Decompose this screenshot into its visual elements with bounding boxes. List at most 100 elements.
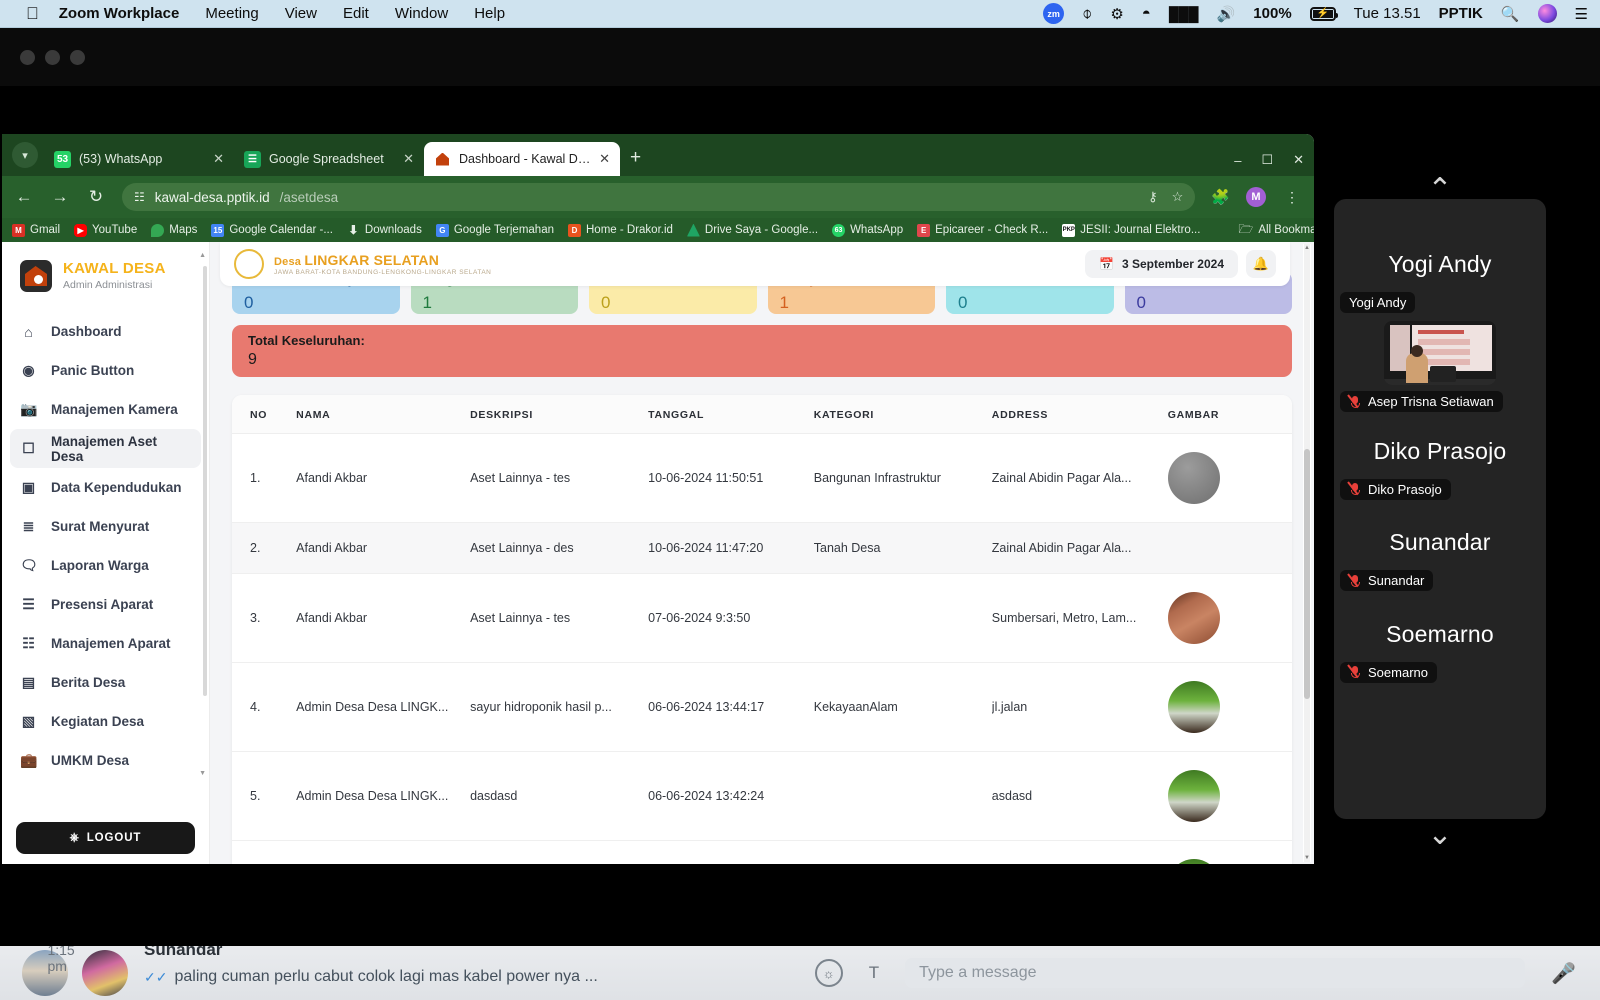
asset-thumbnail[interactable] [1167, 592, 1220, 644]
tab-search-chevron-icon[interactable]: ▾ [12, 142, 38, 168]
profile-avatar[interactable]: M [1246, 187, 1266, 207]
notification-bell-button[interactable]: 🔔 [1246, 250, 1276, 278]
page-scroll-thumb[interactable] [1304, 449, 1310, 699]
asset-thumbnail[interactable] [1167, 681, 1220, 733]
column-header-kategori[interactable]: KATEGORI [813, 395, 992, 434]
column-header-deskripsi[interactable]: DESKRIPSI [470, 395, 649, 434]
column-header-tanggal[interactable]: TANGGAL [648, 395, 814, 434]
scroll-down-arrow-icon[interactable]: ▼ [1304, 855, 1310, 861]
participant-asep-trisna-setiawan[interactable]: Asep Trisna Setiawan [1334, 321, 1546, 414]
participant-soemarno[interactable]: Soemarno Soemarno [1334, 621, 1546, 685]
bookmark-whatsapp[interactable]: 63 WhatsApp [832, 223, 903, 237]
battery-charging-icon[interactable]: ⚡ [1309, 6, 1338, 21]
sidebar-item-berita-desa[interactable]: ▤ Berita Desa [10, 663, 201, 702]
menu-item-edit[interactable]: Edit [343, 5, 369, 22]
table-row[interactable]: 3. Afandi Akbar Aset Lainnya - tes 07-06… [232, 573, 1292, 663]
wifi-icon[interactable]: ◓ [1142, 5, 1151, 22]
sidebar-scrollbar[interactable]: ▲ ▼ [199, 252, 207, 777]
asset-thumbnail[interactable] [1167, 770, 1220, 822]
password-key-icon[interactable]: ⚷ [1148, 189, 1158, 205]
date-picker-button[interactable]: 📅 3 September 2024 [1084, 250, 1238, 278]
window-close-button[interactable] [20, 49, 35, 65]
siri-icon[interactable] [1537, 4, 1557, 23]
sidebar-item-panic-button[interactable]: ◉ Panic Button [10, 351, 201, 390]
page-scrollbar[interactable]: ▲ ▼ [1303, 244, 1311, 862]
asset-thumbnail[interactable] [1167, 859, 1220, 864]
maximize-button[interactable]: ☐ [1261, 152, 1273, 168]
reload-icon[interactable]: ↻ [86, 187, 106, 207]
address-bar[interactable]: ☷ kawal-desa.pptik.id/asetdesa ⚷ ☆ [122, 183, 1196, 211]
back-arrow-icon[interactable]: ← [14, 187, 34, 207]
bookmark-jesii[interactable]: PKP JESII: Journal Elektro... [1062, 223, 1200, 237]
bookmark-downloads[interactable]: ⬇ Downloads [347, 223, 421, 237]
search-icon[interactable]: 🔍 [1501, 5, 1520, 23]
bookmark-drakor[interactable]: D Home - Drakor.id [568, 223, 673, 237]
clock-label[interactable]: Tue 13.51 [1354, 5, 1421, 22]
sidebar-item-manajemen-aset-desa[interactable]: ☐ Manajemen Aset Desa [10, 429, 201, 468]
sidebar-item-dashboard[interactable]: ⌂ Dashboard [10, 312, 201, 351]
bookmark-maps[interactable]: Maps [151, 223, 197, 237]
window-minimize-button[interactable] [45, 49, 60, 65]
close-icon[interactable]: ✕ [213, 151, 224, 167]
participant-video-thumbnail[interactable] [1384, 321, 1496, 385]
scroll-up-arrow-icon[interactable]: ▲ [199, 252, 206, 259]
zoom-status-icon[interactable]: zm [1043, 3, 1065, 24]
table-row[interactable]: 4. Admin Desa Desa LINGK... sayur hidrop… [232, 662, 1292, 752]
bookmark-star-icon[interactable]: ☆ [1172, 189, 1184, 205]
menu-item-help[interactable]: Help [474, 5, 505, 22]
table-row[interactable]: 6. Admin Desa Desa LINGK... Sayur hidrop… [232, 840, 1292, 864]
menu-app-name[interactable]: Zoom Workplace [59, 5, 180, 22]
browser-tab-dashboard-kawal-desa[interactable]: Dashboard - Kawal Desa ✕ [424, 142, 620, 176]
participant-sunandar[interactable]: Sunandar Sunandar [1334, 529, 1546, 593]
sidebar-item-umkm-desa[interactable]: 💼 UMKM Desa [10, 741, 201, 780]
column-header-no[interactable]: NO [232, 395, 297, 434]
sidebar-item-data-kependudukan[interactable]: ▣ Data Kependudukan [10, 468, 201, 507]
volume-icon[interactable]: 🔊 [1217, 5, 1236, 23]
sidebar-item-kegiatan-desa[interactable]: ▧ Kegiatan Desa [10, 702, 201, 741]
chat-message-input[interactable]: Type a message [905, 958, 1526, 988]
forward-arrow-icon[interactable]: → [50, 187, 70, 207]
sidebar-scroll-thumb[interactable] [203, 266, 207, 696]
sidebar-item-presensi-aparat[interactable]: ☰ Presensi Aparat [10, 585, 201, 624]
bookmark-gmail[interactable]: M Gmail [12, 223, 60, 237]
bookmark-google-terjemahan[interactable]: G Google Terjemahan [435, 223, 554, 237]
bluetooth-icon[interactable]: ⚙ [1110, 5, 1123, 23]
participant-diko-prasojo[interactable]: Diko Prasojo Diko Prasojo [1334, 438, 1546, 502]
control-center-toggle-icon[interactable]: ⌽ [1082, 4, 1092, 24]
text-format-icon[interactable]: T [869, 963, 879, 983]
menu-item-window[interactable]: Window [395, 5, 448, 22]
table-row[interactable]: 5. Admin Desa Desa LINGK... dasdasd 06-0… [232, 751, 1292, 841]
column-header-nama[interactable]: NAMA [296, 395, 471, 434]
participant-yogi-andy[interactable]: Yogi Andy Yogi Andy [1334, 199, 1546, 313]
close-icon[interactable]: ✕ [599, 151, 610, 167]
window-zoom-button[interactable] [70, 49, 85, 65]
participants-scroll-down-button[interactable]: ⌄ [1408, 820, 1472, 850]
bookmark-google-drive[interactable]: Drive Saya - Google... [686, 223, 818, 237]
close-icon[interactable]: ✕ [403, 151, 414, 167]
table-row[interactable]: 2. Afandi Akbar Aset Lainnya - des 10-06… [232, 522, 1292, 574]
extensions-puzzle-icon[interactable]: 🧩 [1211, 188, 1230, 206]
minimize-button[interactable]: – [1234, 153, 1241, 168]
bookmark-epicareer[interactable]: E Epicareer - Check R... [917, 223, 1048, 237]
bookmark-google-calendar[interactable]: 15 Google Calendar -... [211, 223, 333, 237]
control-center-icon[interactable]: ☰ [1575, 5, 1588, 23]
kebab-menu-icon[interactable]: ⋮ [1282, 189, 1302, 206]
user-label[interactable]: PPTIK [1439, 5, 1483, 22]
asset-thumbnail[interactable] [1167, 452, 1220, 504]
battery-menu-icon[interactable]: ███ [1169, 6, 1199, 22]
browser-tab-whatsapp[interactable]: 53 (53) WhatsApp ✕ [44, 142, 234, 176]
scroll-down-arrow-icon[interactable]: ▼ [199, 770, 206, 777]
table-row[interactable]: 1. Afandi Akbar Aset Lainnya - tes 10-06… [232, 433, 1292, 523]
microphone-icon[interactable]: 🎤 [1551, 961, 1576, 986]
sidebar-item-laporan-warga[interactable]: 🗨 Laporan Warga [10, 546, 201, 585]
menu-item-meeting[interactable]: Meeting [205, 5, 258, 22]
column-header-address[interactable]: ADDRESS [991, 395, 1168, 434]
apple-icon[interactable]:  [26, 5, 39, 22]
new-tab-button[interactable]: + [630, 147, 641, 169]
close-window-button[interactable]: ✕ [1293, 152, 1304, 168]
browser-tab-google-spreadsheet[interactable]: ☰ Google Spreadsheet ✕ [234, 142, 424, 176]
column-header-gambar[interactable]: GAMBAR [1167, 395, 1292, 434]
sidebar-item-manajemen-aparat[interactable]: ☷ Manajemen Aparat [10, 624, 201, 663]
all-bookmarks-button[interactable]: 🗁 All Bookmarks [1238, 220, 1314, 241]
bookmark-youtube[interactable]: ▶ YouTube [74, 223, 137, 237]
